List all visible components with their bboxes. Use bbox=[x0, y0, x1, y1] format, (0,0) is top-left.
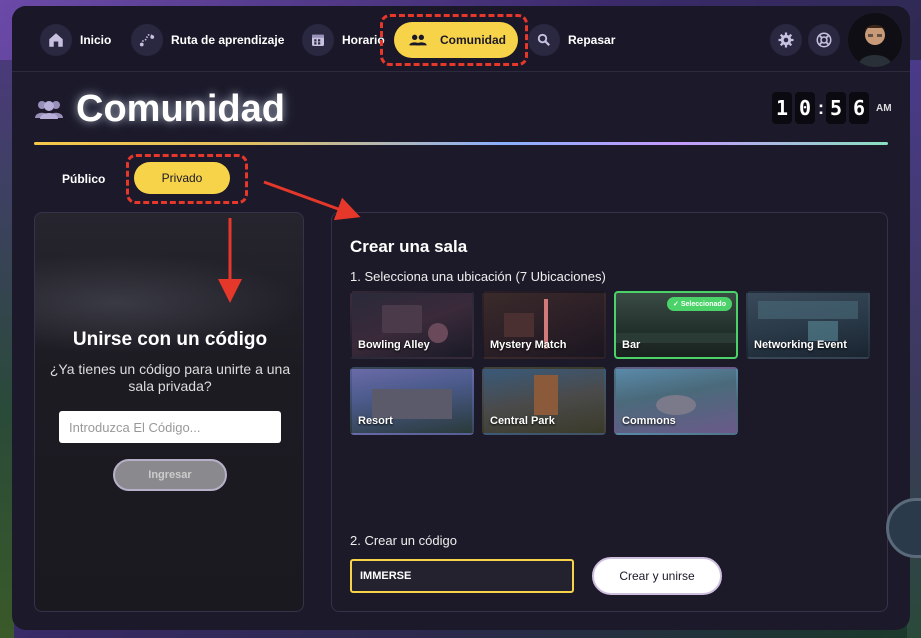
create-title: Crear una sala bbox=[350, 237, 468, 256]
step2-label: 2. Crear un código bbox=[350, 533, 457, 548]
settings-button[interactable] bbox=[770, 24, 802, 56]
app-window: Inicio Ruta de aprendizaje Horario Comun… bbox=[12, 6, 910, 630]
support-icon bbox=[816, 32, 832, 48]
nav-item-ruta[interactable]: Ruta de aprendizaje bbox=[131, 24, 284, 56]
page-header: Comunidad bbox=[34, 84, 285, 134]
location-name: Bar bbox=[622, 339, 641, 351]
nav-label: Horario bbox=[342, 33, 385, 47]
location-networking-event[interactable]: Networking Event bbox=[746, 291, 870, 359]
gear-icon bbox=[778, 32, 794, 48]
annotation-highlight bbox=[126, 154, 248, 204]
location-name: Bowling Alley bbox=[358, 339, 430, 351]
location-bar[interactable]: ✓ Seleccionado Bar bbox=[614, 291, 738, 359]
location-name: Mystery Match bbox=[490, 339, 567, 351]
code-input[interactable] bbox=[59, 411, 281, 443]
clock-colon: : bbox=[818, 97, 824, 118]
calendar-icon bbox=[302, 24, 334, 56]
route-icon bbox=[131, 24, 163, 56]
clock: 1 0 : 5 6 AM bbox=[772, 92, 892, 124]
clock-digit: 0 bbox=[795, 92, 815, 124]
location-name: Networking Event bbox=[754, 339, 847, 351]
join-button[interactable]: Ingresar bbox=[113, 459, 227, 491]
location-commons[interactable]: Commons bbox=[614, 367, 738, 435]
step1-label: 1. Selecciona una ubicación (7 Ubicacion… bbox=[350, 269, 606, 284]
join-panel: Unirse con un código ¿Ya tienes un códig… bbox=[34, 212, 304, 612]
clock-ampm: AM bbox=[876, 102, 892, 114]
location-name: Resort bbox=[358, 415, 393, 427]
people-icon bbox=[35, 101, 63, 119]
nav-label: Ruta de aprendizaje bbox=[171, 33, 285, 47]
join-subtitle: ¿Ya tienes un código para unirte a una s… bbox=[49, 361, 291, 394]
location-mystery-match[interactable]: Mystery Match bbox=[482, 291, 606, 359]
tab-public[interactable]: Público bbox=[50, 166, 117, 192]
support-button[interactable] bbox=[808, 24, 840, 56]
create-and-join-button[interactable]: Crear y unirse bbox=[592, 557, 722, 595]
join-title: Unirse con un código bbox=[72, 329, 268, 350]
location-resort[interactable]: Resort bbox=[350, 367, 474, 435]
selected-badge: ✓ Seleccionado bbox=[667, 297, 732, 311]
home-icon bbox=[40, 24, 72, 56]
clock-digit: 1 bbox=[772, 92, 792, 124]
location-name: Commons bbox=[622, 415, 676, 427]
location-bowling-alley[interactable]: Bowling Alley bbox=[350, 291, 474, 359]
create-room-panel: Crear una sala 1. Selecciona una ubicaci… bbox=[331, 212, 888, 612]
nav-item-repasar[interactable]: Repasar bbox=[528, 24, 615, 56]
location-central-park[interactable]: Central Park bbox=[482, 367, 606, 435]
header-divider bbox=[34, 142, 888, 145]
location-name: Central Park bbox=[490, 415, 555, 427]
room-code-input[interactable] bbox=[350, 559, 574, 593]
search-icon bbox=[528, 24, 560, 56]
page-title: Comunidad bbox=[76, 87, 285, 130]
annotation-highlight bbox=[380, 14, 528, 66]
nav-label: Inicio bbox=[80, 33, 112, 47]
avatar[interactable] bbox=[848, 13, 902, 67]
clock-digit: 6 bbox=[849, 92, 869, 124]
nav-label: Repasar bbox=[568, 33, 616, 47]
clock-digit: 5 bbox=[826, 92, 846, 124]
nav-item-inicio[interactable]: Inicio bbox=[40, 24, 111, 56]
nav-item-horario[interactable]: Horario bbox=[302, 24, 385, 56]
